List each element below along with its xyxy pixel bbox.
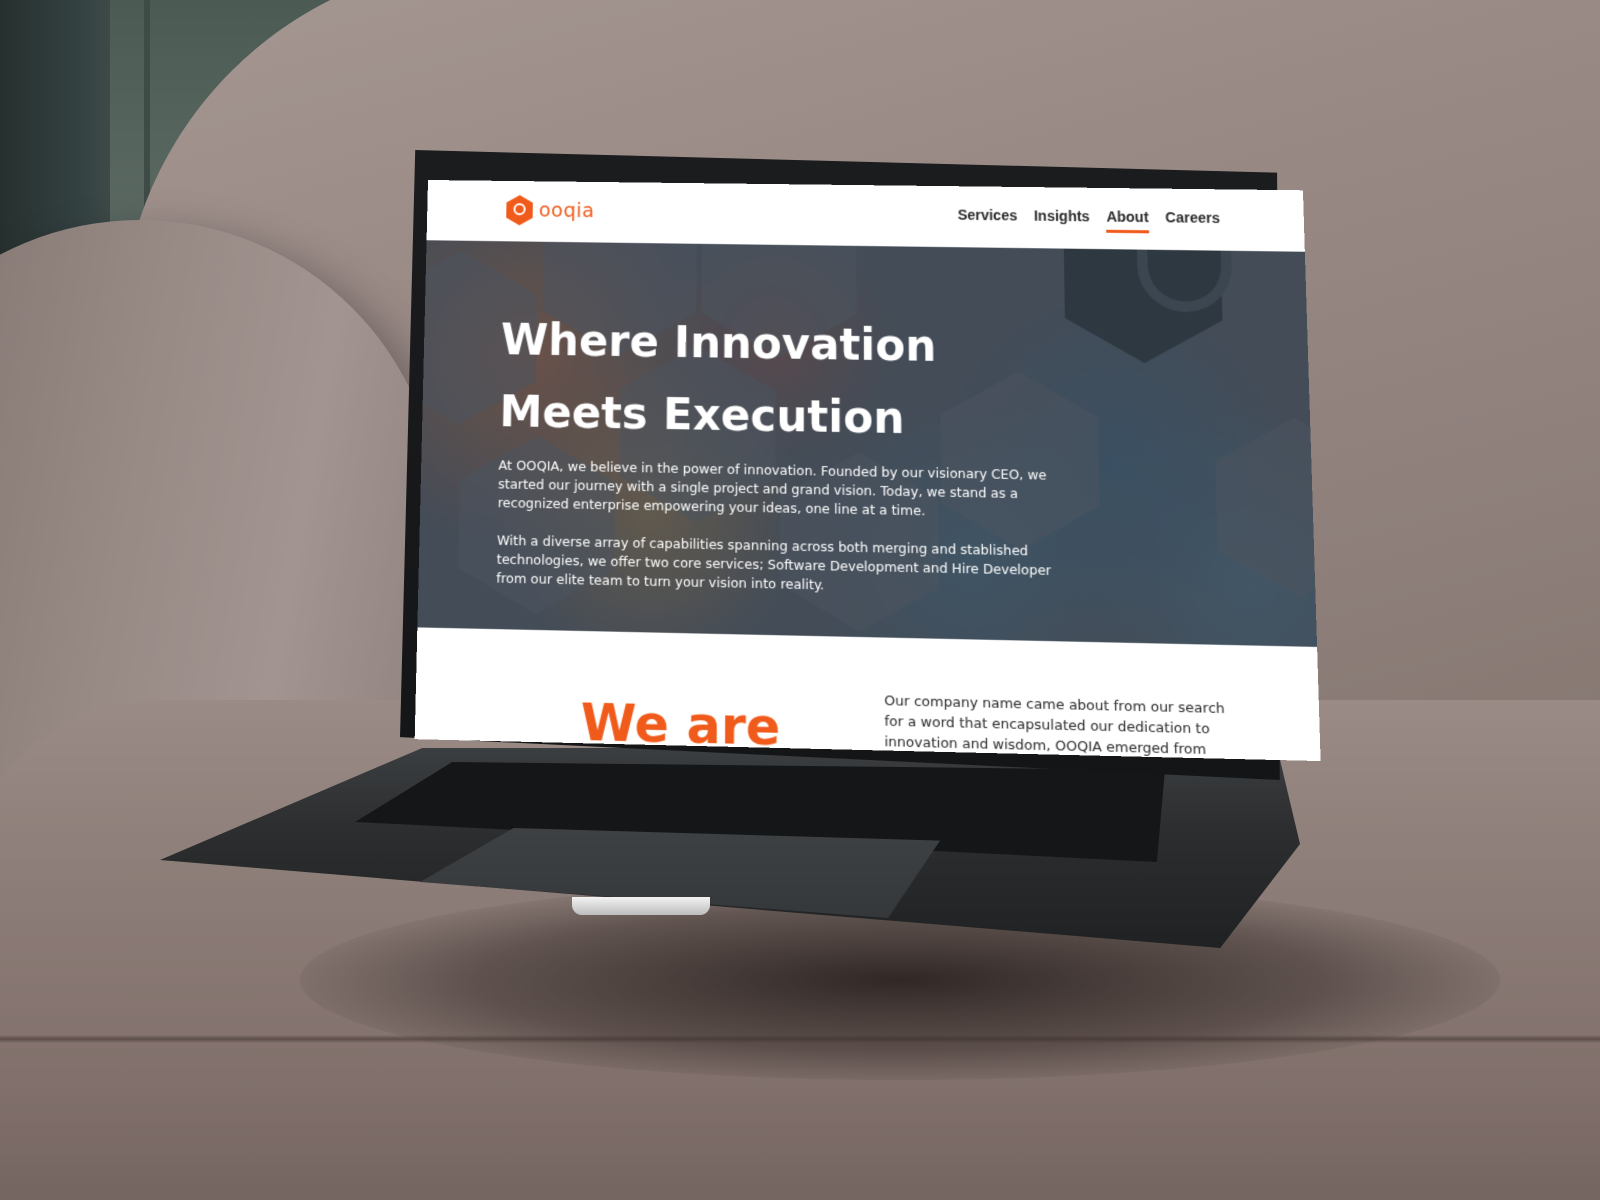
hero-title-line-2: Meets Execution (498, 385, 905, 444)
laptop-lid-notch (572, 897, 710, 915)
nav-item-insights[interactable]: Insights (1034, 207, 1090, 232)
brand-wordmark: ooqia (538, 199, 595, 223)
about-paragraph: Our company name came about from our sea… (884, 693, 1225, 761)
brand-logo[interactable]: ooqia (506, 195, 595, 226)
nav-item-careers[interactable]: Careers (1165, 209, 1220, 234)
nav-item-services[interactable]: Services (958, 207, 1018, 232)
hero-paragraph-1: At OOQIA, we believe in the power of inn… (497, 457, 1047, 519)
hero-section: Where Innovation Meets Execution At OOQI… (417, 240, 1318, 647)
about-section: We are Our company name came about from … (414, 627, 1321, 762)
hero-title-line-1: Where Innovation (500, 314, 937, 372)
seat-seam (0, 1035, 1600, 1043)
hexagon-q-logo-icon (506, 195, 533, 226)
nav-item-about[interactable]: About (1106, 208, 1149, 233)
hero-title: Where Innovation Meets Execution (499, 304, 1041, 457)
photo-scene: ooqia Services Insights About Careers Wh… (0, 0, 1600, 1200)
main-nav: Services Insights About Careers (958, 207, 1221, 235)
laptop-screen: ooqia Services Insights About Careers Wh… (414, 180, 1321, 762)
